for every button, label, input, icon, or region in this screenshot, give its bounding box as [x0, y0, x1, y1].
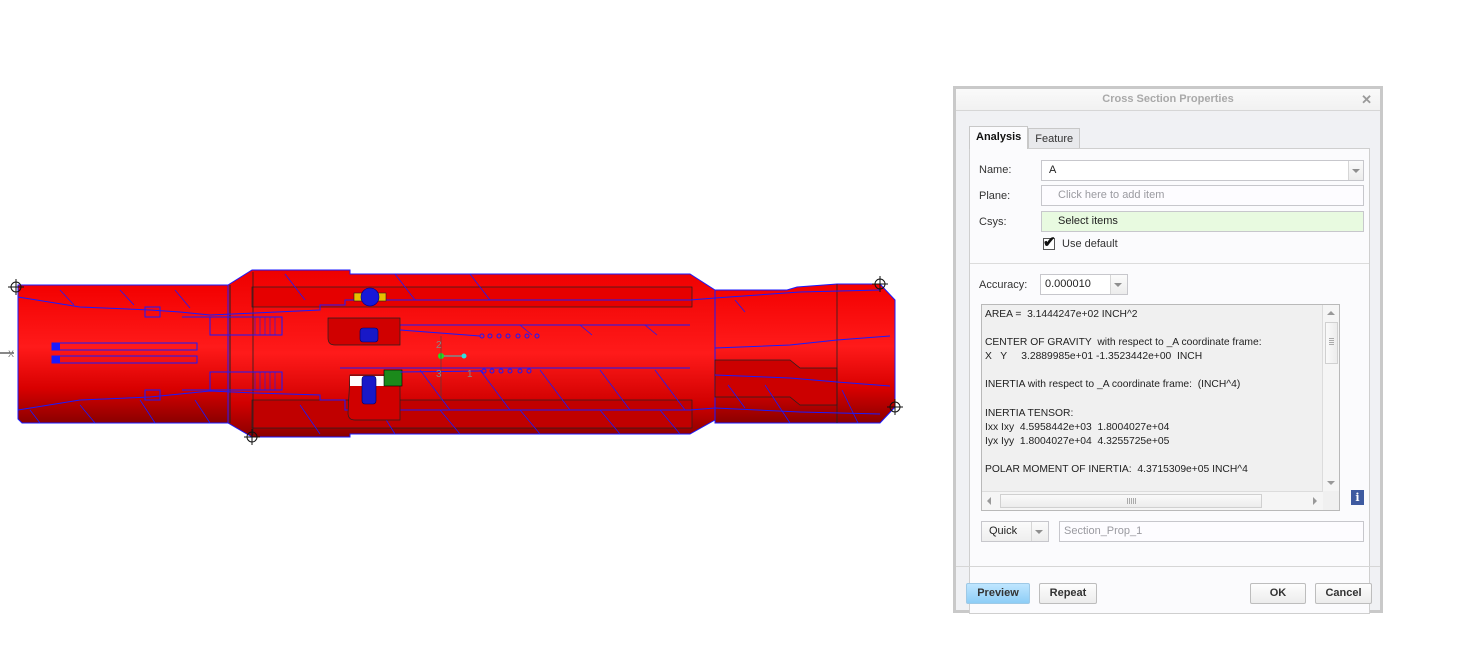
mode-value: Quick: [989, 525, 1018, 537]
result-line: Ixx Ixy 4.5958442e+03 1.8004027e+04: [985, 421, 1170, 433]
horizontal-scrollbar[interactable]: [982, 491, 1323, 510]
repeat-button[interactable]: Repeat: [1039, 583, 1097, 604]
csys-label-3: 3: [436, 369, 442, 380]
blue-valve-mid: [359, 327, 379, 343]
name-value: A: [1049, 164, 1057, 176]
graphics-viewport[interactable]: 2 3 1 X: [0, 0, 940, 646]
name-label: Name:: [979, 164, 1012, 176]
csys-label-1: 1: [467, 369, 473, 380]
use-default-checkbox[interactable]: ✔: [1043, 234, 1056, 251]
use-default-label: Use default: [1062, 238, 1118, 250]
csys-label-2: 2: [436, 340, 442, 351]
cross-section-properties-dialog: Cross Section Properties ✕ Analysis Feat…: [953, 86, 1383, 614]
accuracy-value: 0.000010: [1045, 278, 1091, 290]
plane-label: Plane:: [979, 190, 1011, 202]
tab-feature[interactable]: Feature: [1028, 128, 1081, 149]
cancel-button[interactable]: Cancel: [1315, 583, 1372, 604]
feature-name-placeholder: Section_Prop_1: [1064, 525, 1143, 537]
tab-strip: Analysis Feature: [969, 126, 1081, 149]
plane-collector[interactable]: Click here to add item: [1041, 185, 1364, 206]
footer-divider: [956, 566, 1380, 567]
accuracy-dropdown[interactable]: 0.000010: [1040, 274, 1128, 295]
result-line: [985, 364, 1320, 378]
green-seal: [383, 369, 403, 387]
result-line: [985, 393, 1320, 407]
chevron-down-icon[interactable]: [1110, 275, 1127, 294]
analysis-panel: Name: A Plane: Click here to add item Cs…: [969, 148, 1370, 614]
dialog-title: Cross Section Properties: [1102, 93, 1234, 105]
chevron-down-icon[interactable]: [1348, 161, 1363, 180]
close-icon[interactable]: ✕: [1361, 89, 1372, 110]
vertical-scroll-thumb[interactable]: [1325, 322, 1338, 364]
blue-piston-lower: [361, 375, 377, 405]
result-line: CENTER OF GRAVITY with respect to _A coo…: [985, 337, 1262, 349]
blue-ball-upper: [360, 287, 380, 307]
accuracy-label: Accuracy:: [979, 279, 1028, 291]
results-textarea[interactable]: AREA = 3.1444247e+02 INCH^2 CENTER OF GR…: [981, 304, 1340, 511]
axis-label-x: X: [8, 349, 14, 359]
name-dropdown[interactable]: A: [1041, 160, 1364, 181]
horizontal-scroll-thumb[interactable]: [1000, 494, 1262, 508]
divider: [970, 263, 1369, 264]
feature-name-input[interactable]: Section_Prop_1: [1059, 521, 1364, 542]
scroll-left-icon[interactable]: [982, 492, 998, 510]
result-line: X Y 3.2889985e+01 -1.3523442e+00 INCH: [985, 351, 1203, 363]
tab-analysis[interactable]: Analysis: [969, 126, 1029, 149]
checkmark-icon: ✔: [1043, 234, 1056, 251]
upper-shade-band: [251, 286, 693, 308]
plane-placeholder: Click here to add item: [1058, 189, 1165, 201]
result-line: [985, 449, 1320, 463]
result-line: [985, 322, 1320, 336]
mode-dropdown[interactable]: Quick: [981, 521, 1049, 542]
preview-button[interactable]: Preview: [966, 583, 1030, 604]
vertical-scrollbar[interactable]: [1322, 305, 1339, 491]
csys-value: Select items: [1058, 215, 1118, 227]
csys-collector[interactable]: Select items: [1041, 211, 1364, 232]
result-line: AREA = 3.1444247e+02 INCH^2: [985, 309, 1138, 320]
result-line: INERTIA TENSOR:: [985, 407, 1074, 419]
result-line: INERTIA with respect to _A coordinate fr…: [985, 379, 1241, 391]
chevron-down-icon[interactable]: [1031, 522, 1048, 541]
scroll-down-icon[interactable]: [1323, 475, 1339, 491]
info-icon[interactable]: i: [1351, 490, 1364, 505]
scroll-right-icon[interactable]: [1307, 492, 1323, 510]
dialog-titlebar[interactable]: Cross Section Properties ✕: [956, 89, 1380, 111]
results-text: AREA = 3.1444247e+02 INCH^2 CENTER OF GR…: [985, 308, 1320, 492]
result-line: Iyx Iyy 1.8004027e+04 4.3255725e+05: [985, 435, 1170, 447]
csys-label: Csys:: [979, 216, 1007, 228]
result-line: POLAR MOMENT OF INERTIA: 4.3715309e+05 I…: [985, 464, 1248, 476]
scroll-up-icon[interactable]: [1323, 305, 1339, 321]
ok-button[interactable]: OK: [1250, 583, 1306, 604]
model-cross-section[interactable]: 2 3 1 X: [0, 0, 940, 646]
